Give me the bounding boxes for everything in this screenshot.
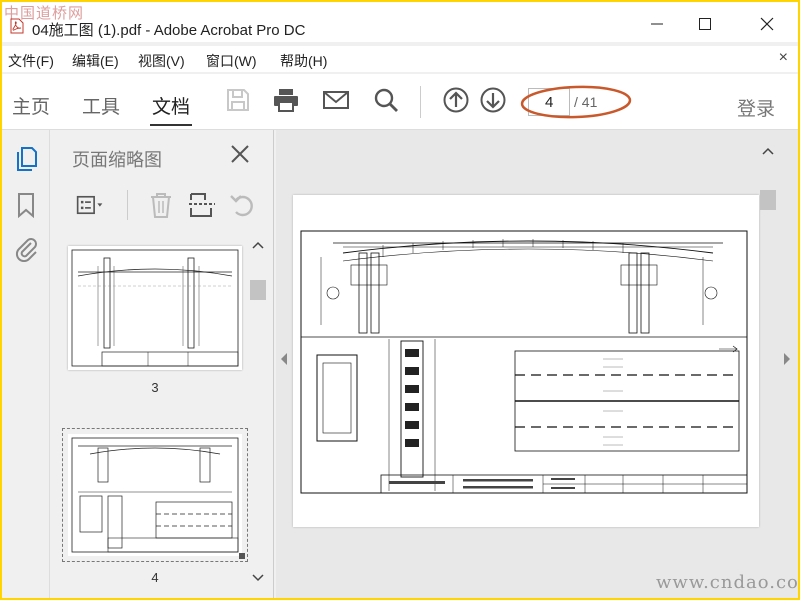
menu-edit[interactable]: 编辑(E) (72, 51, 119, 71)
menu-view[interactable]: 视图(V) (138, 51, 185, 71)
window-title: 04施工图 (1).pdf - Adobe Acrobat Pro DC (32, 22, 306, 39)
login-link[interactable]: 登录 (737, 94, 775, 121)
drawing-preview (71, 437, 239, 553)
minimize-icon (651, 23, 663, 25)
extract-pages-icon[interactable] (188, 192, 216, 218)
close-icon (760, 17, 774, 31)
thumbnail-page-3[interactable] (68, 246, 242, 370)
rotate-icon[interactable] (228, 192, 256, 218)
page-thumbnails-icon[interactable] (14, 146, 38, 172)
delete-icon[interactable] (147, 192, 175, 218)
thumbnail-scrollbar[interactable] (249, 240, 267, 592)
pdf-page (293, 195, 759, 527)
thumbnail-page-4-sheet (68, 434, 242, 556)
site-watermark-url: www.cndao.com (656, 572, 798, 593)
pdf-file-icon (10, 18, 24, 34)
toolbar-divider (420, 86, 421, 118)
highlight-ellipse (520, 85, 632, 119)
save-icon[interactable] (224, 86, 252, 114)
thumbnail-options-icon[interactable] (76, 192, 104, 218)
tab-tools[interactable]: 工具 (82, 92, 120, 119)
menu-file[interactable]: 文件(F) (8, 51, 54, 71)
thumbnail-list: 3 4 (52, 234, 252, 598)
title-bar: 中国道桥网 04施工图 (1).pdf - Adobe Acrobat Pro … (2, 2, 798, 42)
document-scrollbar[interactable] (758, 140, 778, 590)
close-panel-icon[interactable] (228, 142, 252, 166)
menu-window[interactable]: 窗口(W) (206, 51, 257, 71)
main-toolbar: 主页 工具 文档 / 41 (2, 74, 798, 130)
maximize-button[interactable] (692, 12, 718, 36)
close-window-button[interactable] (754, 12, 780, 36)
print-icon[interactable] (272, 86, 300, 114)
thumbnail-label-3: 3 (151, 380, 159, 395)
minimize-button[interactable] (644, 12, 670, 36)
bridge-construction-drawing (300, 230, 748, 494)
email-icon[interactable] (322, 86, 350, 114)
acrobat-window: 中国道桥网 04施工图 (1).pdf - Adobe Acrobat Pro … (2, 2, 798, 598)
drawing-preview (71, 249, 239, 367)
thumbnail-page-4[interactable] (62, 428, 248, 562)
close-document-button[interactable]: × (779, 49, 788, 67)
menu-bar: 文件(F) 编辑(E) 视图(V) 窗口(W) 帮助(H) × (2, 46, 798, 72)
maximize-icon (699, 18, 711, 30)
tab-document[interactable]: 文档 (149, 92, 193, 126)
navigation-rail (2, 130, 50, 598)
tab-home[interactable]: 主页 (12, 92, 50, 119)
document-view: www.cndao.com (276, 130, 798, 598)
attachment-icon[interactable] (14, 236, 38, 262)
panel-divider (127, 190, 128, 220)
previous-page-icon[interactable] (442, 86, 470, 114)
next-page-arrow-icon[interactable] (782, 352, 792, 366)
thumbnail-label-4: 4 (151, 570, 159, 585)
panel-title: 页面缩略图 (72, 150, 162, 170)
search-icon[interactable] (372, 86, 400, 114)
resize-handle[interactable] (239, 553, 245, 559)
menu-help[interactable]: 帮助(H) (280, 51, 327, 71)
previous-page-arrow-icon[interactable] (279, 352, 289, 366)
thumbnail-panel: 页面缩略图 3 4 (52, 130, 274, 598)
bookmark-icon[interactable] (14, 192, 38, 218)
next-page-icon[interactable] (479, 86, 507, 114)
